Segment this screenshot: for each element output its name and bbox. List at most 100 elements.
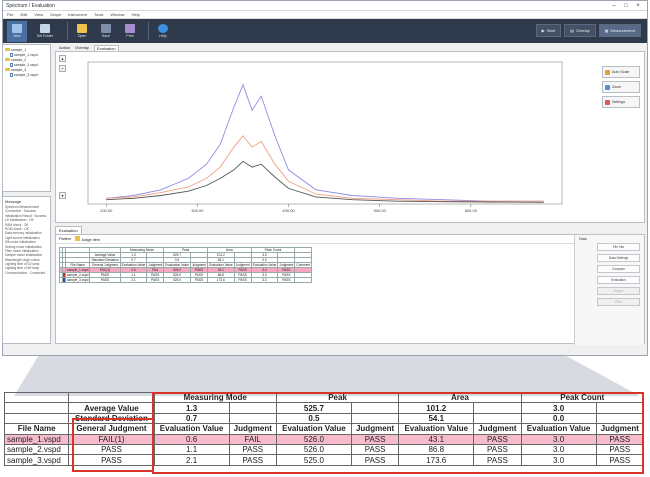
print-button[interactable]: Print bbox=[120, 21, 140, 42]
judgment-header: Judgment bbox=[146, 262, 165, 268]
judgment-cell: PASS bbox=[189, 277, 208, 283]
side-button-data-settings[interactable]: Data Settings bbox=[597, 254, 640, 262]
file-name-cell: sample_1.vspd bbox=[64, 267, 91, 273]
evaluation-value-header: Evaluation Value bbox=[163, 262, 191, 268]
judgment-header: Judgment bbox=[189, 262, 208, 268]
ribbon-separator bbox=[148, 22, 149, 40]
settings-button[interactable]: Settings bbox=[602, 96, 640, 108]
file-name-cell: sample_2.vspd bbox=[64, 272, 91, 278]
ribbon-toolbar: New Set Folder Open Save Print Help ▶ Sta… bbox=[3, 19, 647, 43]
pan-down-icon[interactable]: ▾ bbox=[59, 192, 66, 199]
menu-file[interactable]: File bbox=[7, 12, 13, 17]
file-name-header: File Name bbox=[3, 423, 70, 435]
tree-item[interactable]: sample_3.vspd bbox=[5, 72, 48, 77]
main-area: Action Overlay Evaluation ▴ + ▾ 200.00 30… bbox=[55, 44, 645, 345]
menu-window[interactable]: Window bbox=[110, 12, 124, 17]
minimize-icon[interactable]: – bbox=[608, 3, 620, 9]
general-judgment-header: General Judgment bbox=[89, 262, 121, 268]
menu-tools[interactable]: Tools bbox=[94, 12, 103, 17]
left-pane: sample_1 sample_1.vspd sample_2 sample_2.vs… bbox=[2, 44, 51, 344]
menu-help[interactable]: Help bbox=[132, 12, 140, 17]
menu-edit[interactable]: Edit bbox=[20, 12, 27, 17]
tab-evaluation-lower[interactable]: Evaluation bbox=[55, 226, 82, 234]
pattern-button[interactable]: Pattern bbox=[59, 237, 71, 241]
general-judgment-highlight bbox=[72, 418, 154, 472]
x-tick-label: 600.00 bbox=[465, 208, 478, 213]
table-row[interactable]: sample_3.vspd PASS 2.1 PASS 525.0 PASS 173.6 PA… bbox=[59, 277, 313, 283]
ribbon-right-group: ▶ Start ▤ Overlay ▦ Measurement bbox=[535, 24, 641, 37]
set-folder-label: Set Folder bbox=[36, 34, 54, 38]
judgment-cell: PASS bbox=[233, 277, 252, 283]
window-title: Spectrum / Evaluation bbox=[6, 2, 55, 9]
start-button[interactable]: ▶ Start bbox=[535, 24, 562, 37]
overlay-button[interactable]: ▤ Overlay bbox=[564, 24, 596, 37]
graph-tabs: Action Overlay Evaluation bbox=[55, 44, 645, 51]
file-name-cell: sample_1.vspd bbox=[3, 433, 70, 445]
graph-panel: ▴ + ▾ 200.00 300.00 400.00 500.00 600.00 Aut… bbox=[55, 51, 645, 223]
tab-evaluation[interactable]: Evaluation bbox=[93, 44, 119, 51]
overlay-label: Overlay bbox=[575, 28, 590, 33]
menu-graph[interactable]: Graph bbox=[50, 12, 61, 17]
zoom-label: Zoom bbox=[612, 85, 622, 89]
auto-scale-button[interactable]: Auto Scale bbox=[602, 66, 640, 78]
side-button-file-info[interactable]: File Info bbox=[597, 243, 640, 251]
layers-icon: ▤ bbox=[570, 28, 574, 33]
menu-instrument[interactable]: Instrument bbox=[68, 12, 87, 17]
folder-settings-icon bbox=[40, 24, 50, 33]
evaluation-toolbar: Pattern Judge Item bbox=[56, 235, 644, 244]
side-button-evaluation[interactable]: Evaluation bbox=[597, 276, 640, 284]
cursor-icon[interactable]: + bbox=[59, 65, 66, 72]
new-button[interactable]: New bbox=[7, 20, 27, 42]
zoom-button[interactable]: Zoom bbox=[602, 81, 640, 93]
empty-cell bbox=[3, 412, 70, 425]
open-label: Open bbox=[77, 34, 87, 38]
judge-item-button[interactable]: Judge Item bbox=[75, 236, 100, 242]
tree-item-label: sample_1 bbox=[11, 47, 27, 52]
measurement-button[interactable]: ▦ Measurement bbox=[598, 24, 641, 37]
chart-icon: ▦ bbox=[604, 28, 609, 33]
print-label: Print bbox=[126, 34, 134, 38]
new-label: New bbox=[13, 34, 21, 38]
new-icon bbox=[12, 24, 22, 33]
stddev-label: Standard Deviation bbox=[89, 257, 121, 263]
evaluation-items-highlight bbox=[152, 392, 644, 474]
maximize-icon[interactable]: □ bbox=[620, 3, 632, 9]
side-button-export[interactable]: Export bbox=[597, 287, 640, 295]
start-label: Start bbox=[546, 28, 556, 33]
folder-icon bbox=[5, 48, 10, 51]
folder-icon bbox=[77, 24, 87, 33]
plot-area bbox=[87, 61, 563, 205]
play-icon: ▶ bbox=[541, 28, 545, 33]
judgment-header: Judgment bbox=[277, 262, 296, 268]
empty-cell bbox=[68, 391, 155, 404]
document-icon bbox=[10, 52, 13, 57]
settings-label: Settings bbox=[612, 100, 625, 104]
evaluation-value-header: Evaluation Value bbox=[206, 262, 235, 268]
spectrum-chart[interactable]: 200.00 300.00 400.00 500.00 600.00 bbox=[70, 58, 570, 218]
measurement-label: Measurement bbox=[610, 28, 635, 33]
evaluation-side-buttons: File Info Data Settings Compare Evaluation E… bbox=[579, 243, 640, 306]
column-header-row: File Name General Judgment Evaluation Valu… bbox=[59, 262, 313, 268]
judgment-cell: PASS bbox=[146, 277, 165, 283]
file-name-cell: sample_2.vspd bbox=[3, 443, 70, 456]
save-button[interactable]: Save bbox=[96, 21, 116, 42]
tree-item-label: sample_2.vspd bbox=[14, 62, 38, 67]
scale-icon bbox=[605, 69, 610, 75]
title-bar: Spectrum / Evaluation – □ × bbox=[3, 1, 647, 11]
side-button-compare[interactable]: Compare bbox=[597, 265, 640, 273]
side-button-print[interactable]: Print bbox=[597, 298, 640, 306]
pan-up-icon[interactable]: ▴ bbox=[59, 55, 66, 62]
message-list: Spectrum Measurement Connection : Success… bbox=[5, 205, 48, 275]
judge-item-label: Judge Item bbox=[81, 238, 101, 242]
set-folder-button[interactable]: Set Folder bbox=[31, 21, 59, 42]
tab-action[interactable]: Action bbox=[59, 45, 70, 50]
zoom-projection bbox=[14, 356, 640, 396]
help-button[interactable]: Help bbox=[153, 21, 173, 42]
tree-item-label: sample_2 bbox=[11, 57, 27, 62]
close-icon[interactable]: × bbox=[632, 3, 644, 9]
x-tick-label: 200.00 bbox=[100, 208, 113, 213]
tab-overlay[interactable]: Overlay bbox=[75, 45, 89, 50]
open-button[interactable]: Open bbox=[72, 21, 92, 42]
message-panel: Message Spectrum Measurement Connection :… bbox=[2, 196, 51, 344]
menu-view[interactable]: View bbox=[34, 12, 43, 17]
